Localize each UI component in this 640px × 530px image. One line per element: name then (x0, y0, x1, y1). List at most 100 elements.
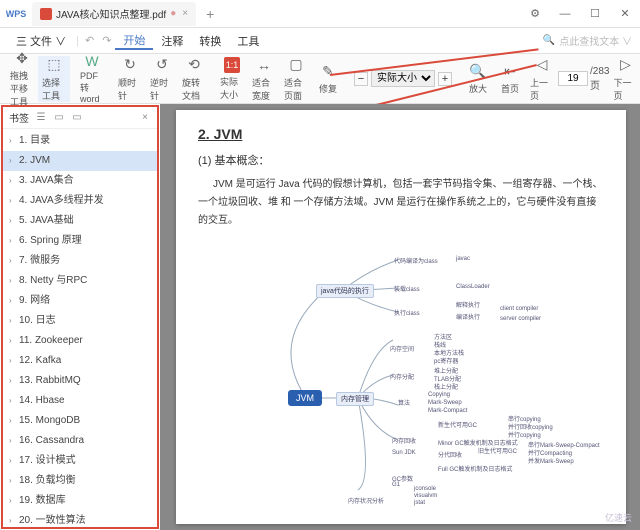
close-window-icon[interactable]: ✕ (610, 0, 640, 28)
outline-label: 4. JAVA多线程并发 (19, 193, 104, 209)
outline-label: 3. JAVA集合 (19, 173, 74, 189)
outline-label: 8. Netty 与RPC (19, 273, 87, 289)
outline-item[interactable]: ›9. 网络 (3, 291, 157, 311)
outline-label: 15. MongoDB (19, 413, 80, 429)
outline-item[interactable]: ›15. MongoDB (3, 411, 157, 431)
chevron-right-icon: › (9, 133, 19, 149)
chevron-right-icon: › (9, 193, 19, 209)
outline-item[interactable]: ›14. Hbase (3, 391, 157, 411)
outline-label: 18. 负载均衡 (19, 473, 76, 489)
outline-item[interactable]: ›11. Zookeeper (3, 331, 157, 351)
fit-width-tool[interactable]: ↔适合宽度 (248, 56, 280, 102)
minimize-icon[interactable]: — (550, 0, 580, 28)
chevron-right-icon: › (9, 493, 19, 509)
outline-label: 5. JAVA基础 (19, 213, 74, 229)
chevron-right-icon: › (9, 313, 19, 329)
prev-page-tool[interactable]: ◁上一页 (526, 56, 558, 102)
app-logo: WPS (6, 4, 26, 24)
outline-item[interactable]: ›2. JVM (3, 151, 157, 171)
rotate-doc-tool[interactable]: ⟲旋转文档 (178, 56, 210, 102)
outline-item[interactable]: ›10. 日志 (3, 311, 157, 331)
outline-label: 10. 日志 (19, 313, 56, 329)
menu-annotate[interactable]: 注释 (153, 33, 191, 49)
outline-list[interactable]: ›1. 目录›2. JVM›3. JAVA集合›4. JAVA多线程并发›5. … (3, 129, 157, 527)
maximize-icon[interactable]: ☐ (580, 0, 610, 28)
settings-icon[interactable]: ⚙ (520, 0, 550, 28)
sidebar-view2-icon[interactable]: ▭ (53, 112, 65, 124)
outline-item[interactable]: ›5. JAVA基础 (3, 211, 157, 231)
outline-label: 20. 一致性算法 (19, 513, 86, 527)
chevron-right-icon: › (9, 253, 19, 269)
outline-item[interactable]: ›20. 一致性算法 (3, 511, 157, 527)
mindmap: JVM java代码的执行 内存管理 代码编译为class javac 装载cl… (198, 240, 604, 500)
pdf-to-word-tool[interactable]: WPDF转word (76, 56, 108, 102)
zoom-select[interactable]: 实际大小 (371, 70, 435, 87)
page-number-input[interactable] (558, 71, 588, 86)
page-paragraph: JVM 是可运行 Java 代码的假想计算机，包括一套字节码指令集、一组寄存器、… (198, 176, 604, 230)
repair-tool[interactable]: ✎修复 (312, 56, 344, 102)
outline-label: 6. Spring 原理 (19, 233, 82, 249)
menu-convert[interactable]: 转换 (191, 33, 229, 49)
next-page-tool[interactable]: ▷下一页 (609, 56, 640, 102)
chevron-right-icon: › (9, 473, 19, 489)
outline-item[interactable]: ›12. Kafka (3, 351, 157, 371)
undo-icon[interactable]: ↶ (81, 34, 98, 47)
mm-node: java代码的执行 (316, 284, 374, 298)
chevron-right-icon: › (9, 233, 19, 249)
outline-item[interactable]: ›6. Spring 原理 (3, 231, 157, 251)
menubar: 三 文件 ∨ | ↶ ↷ 开始 注释 转换 工具 🔍点此查找文本 ∨ (0, 28, 640, 54)
outline-item[interactable]: ›16. Cassandra (3, 431, 157, 451)
menu-tools[interactable]: 工具 (229, 33, 267, 49)
first-page-tool[interactable]: ⇤首页 (494, 56, 526, 102)
rotate-ccw-tool[interactable]: ↺逆时针 (146, 56, 178, 102)
outline-item[interactable]: ›1. 目录 (3, 131, 157, 151)
rotate-cw-tool[interactable]: ↻顺时针 (114, 56, 146, 102)
tab-dirty-indicator: ● (170, 8, 176, 19)
fit-page-tool[interactable]: ▢适合页面 (280, 56, 312, 102)
outline-label: 2. JVM (19, 153, 50, 169)
pdf-page: 2. JVM (1) 基本概念： JVM 是可运行 Java 代码的假想计算机，… (176, 110, 626, 524)
chevron-right-icon: › (9, 433, 19, 449)
select-tool[interactable]: ⬚选择工具 (38, 56, 70, 102)
chevron-right-icon: › (9, 153, 19, 169)
chevron-right-icon: › (9, 453, 19, 469)
pdf-icon (40, 8, 52, 20)
outline-label: 7. 微服务 (19, 253, 60, 269)
outline-item[interactable]: ›17. 设计模式 (3, 451, 157, 471)
close-tab-icon[interactable]: × (182, 8, 188, 19)
zoom-in-icon[interactable]: + (438, 72, 452, 86)
outline-label: 14. Hbase (19, 393, 65, 409)
file-menu[interactable]: 三 文件 ∨ (8, 33, 74, 49)
menu-start[interactable]: 开始 (115, 32, 153, 50)
drag-pan-tool[interactable]: ✥拖拽平移工具 (6, 56, 38, 102)
outline-item[interactable]: ›8. Netty 与RPC (3, 271, 157, 291)
search-hint[interactable]: 🔍点此查找文本 ∨ (543, 33, 632, 48)
chevron-right-icon: › (9, 173, 19, 189)
outline-label: 9. 网络 (19, 293, 50, 309)
add-tab-button[interactable]: + (198, 2, 222, 26)
sidebar-view1-icon[interactable]: ☰ (35, 112, 47, 124)
outline-label: 19. 数据库 (19, 493, 66, 509)
outline-label: 13. RabbitMQ (19, 373, 81, 389)
chevron-right-icon: › (9, 213, 19, 229)
outline-item[interactable]: ›7. 微服务 (3, 251, 157, 271)
outline-item[interactable]: ›4. JAVA多线程并发 (3, 191, 157, 211)
zoom-out-icon[interactable]: − (354, 72, 368, 86)
redo-icon[interactable]: ↷ (98, 34, 115, 47)
document-viewport[interactable]: 2. JVM (1) 基本概念： JVM 是可运行 Java 代码的假想计算机，… (160, 104, 640, 530)
titlebar: WPS JAVA核心知识点整理.pdf ● × + ⚙ — ☐ ✕ (0, 0, 640, 28)
outline-item[interactable]: ›19. 数据库 (3, 491, 157, 511)
actual-size-tool[interactable]: 1:1实际大小 (216, 56, 248, 102)
outline-item[interactable]: ›18. 负载均衡 (3, 471, 157, 491)
page-total-label: /283 页 (590, 66, 609, 92)
chevron-right-icon: › (9, 513, 19, 527)
sidebar-header: 书签 ☰ ▭ ▭ × (3, 107, 157, 129)
outline-item[interactable]: ›3. JAVA集合 (3, 171, 157, 191)
sidebar-view3-icon[interactable]: ▭ (71, 112, 83, 124)
main-area: 书签 ☰ ▭ ▭ × ›1. 目录›2. JVM›3. JAVA集合›4. JA… (0, 104, 640, 530)
chevron-right-icon: › (9, 413, 19, 429)
document-tab[interactable]: JAVA核心知识点整理.pdf ● × (32, 2, 196, 26)
tab-title: JAVA核心知识点整理.pdf (56, 6, 166, 21)
outline-item[interactable]: ›13. RabbitMQ (3, 371, 157, 391)
sidebar-close-icon[interactable]: × (139, 112, 151, 124)
